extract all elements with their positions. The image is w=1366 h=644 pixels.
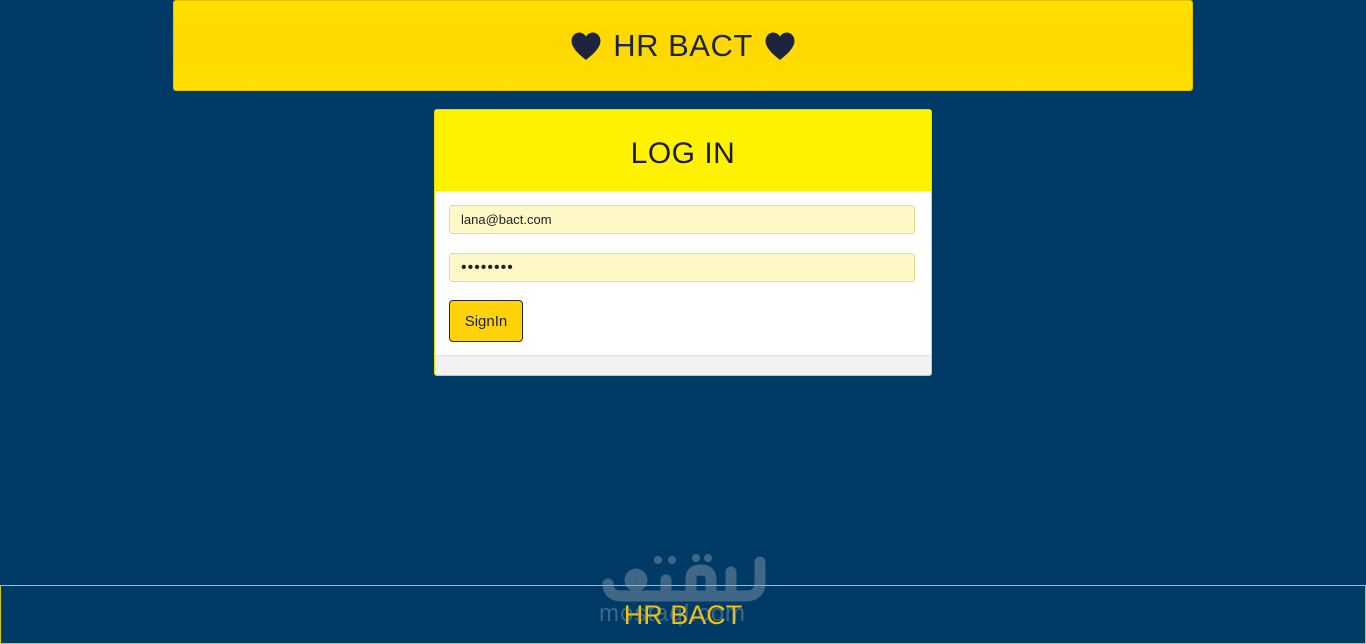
- signin-button[interactable]: SignIn: [449, 300, 523, 342]
- app-title: HR BACT: [613, 28, 753, 63]
- login-form: SignIn: [435, 191, 931, 342]
- login-panel-heading: LOG IN: [435, 110, 931, 191]
- page-footer: HR BACT: [0, 585, 1366, 644]
- footer-title: HR BACT: [623, 600, 743, 630]
- login-panel-footer: [435, 355, 931, 375]
- heart-icon: [765, 32, 795, 60]
- heart-icon: [571, 32, 601, 60]
- login-panel: LOG IN SignIn: [434, 109, 932, 376]
- password-field[interactable]: [449, 253, 915, 282]
- email-field[interactable]: [449, 205, 915, 234]
- login-heading: LOG IN: [630, 136, 736, 170]
- top-banner: HR BACT: [173, 0, 1193, 91]
